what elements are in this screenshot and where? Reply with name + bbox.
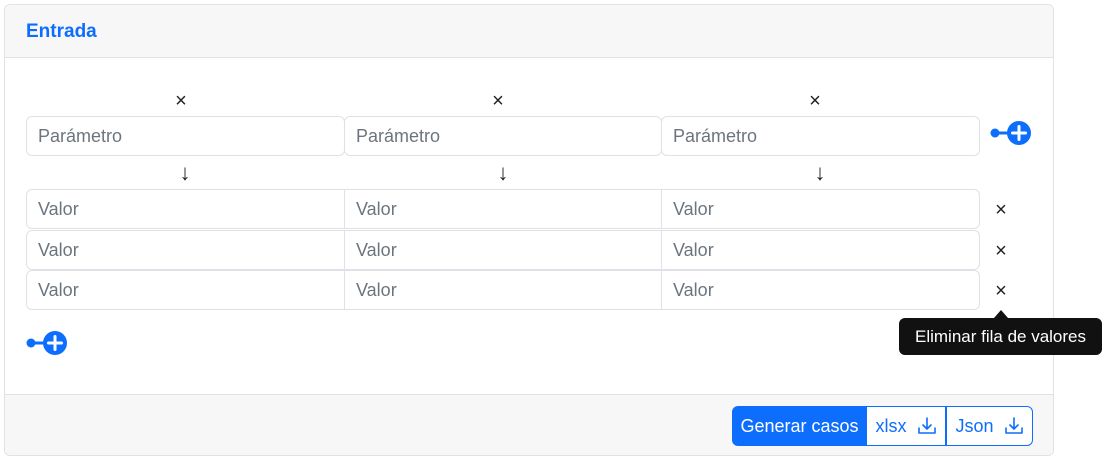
remove-column-2-button[interactable]: × — [488, 91, 508, 111]
arrow-down-icon: ↓ — [497, 160, 509, 185]
arrow-down-icon: ↓ — [814, 160, 826, 185]
tooltip-arrow — [994, 310, 1008, 318]
remove-row-2-button[interactable]: × — [991, 241, 1011, 261]
value-input-r3-c2[interactable] — [344, 270, 662, 310]
json-label: Json — [955, 415, 994, 436]
add-row-button[interactable] — [25, 330, 69, 356]
card-title: Entrada — [26, 21, 97, 42]
param-input-2[interactable] — [344, 116, 662, 156]
value-input-r3-c1[interactable] — [26, 270, 345, 310]
remove-row-1-button[interactable]: × — [991, 200, 1011, 220]
param-input-3[interactable] — [661, 116, 980, 156]
param-input-1[interactable] — [26, 116, 345, 156]
input-card: Entrada × × × ↓ ↓ ↓ × × × — [4, 4, 1054, 456]
download-icon — [917, 417, 936, 434]
action-button-group: Generar casos xlsx Json — [732, 406, 1033, 446]
remove-column-1-button[interactable]: × — [171, 91, 191, 111]
card-header: Entrada — [5, 5, 1053, 58]
value-input-r1-c1[interactable] — [26, 189, 345, 229]
value-input-r1-c2[interactable] — [344, 189, 662, 229]
add-circle-icon — [990, 121, 1031, 145]
value-input-r2-c1[interactable] — [26, 230, 345, 270]
value-input-r3-c3[interactable] — [661, 270, 980, 310]
value-input-r2-c2[interactable] — [344, 230, 662, 270]
remove-row-3-button[interactable]: × — [991, 281, 1011, 301]
remove-column-3-button[interactable]: × — [805, 91, 825, 111]
arrow-down-icon: ↓ — [179, 160, 191, 185]
xlsx-label: xlsx — [875, 415, 907, 436]
download-json-button[interactable]: Json — [946, 406, 1033, 446]
download-xlsx-button[interactable]: xlsx — [867, 406, 946, 446]
generate-cases-label: Generar casos — [740, 415, 859, 436]
value-input-r1-c3[interactable] — [661, 189, 980, 229]
add-column-button[interactable] — [989, 120, 1033, 146]
generate-cases-button[interactable]: Generar casos — [732, 406, 867, 446]
card-footer: Generar casos xlsx Json — [5, 394, 1053, 455]
value-input-r2-c3[interactable] — [661, 230, 980, 270]
remove-row-tooltip: Eliminar fila de valores — [899, 318, 1102, 355]
add-circle-icon — [26, 331, 67, 355]
download-icon — [1004, 417, 1023, 434]
